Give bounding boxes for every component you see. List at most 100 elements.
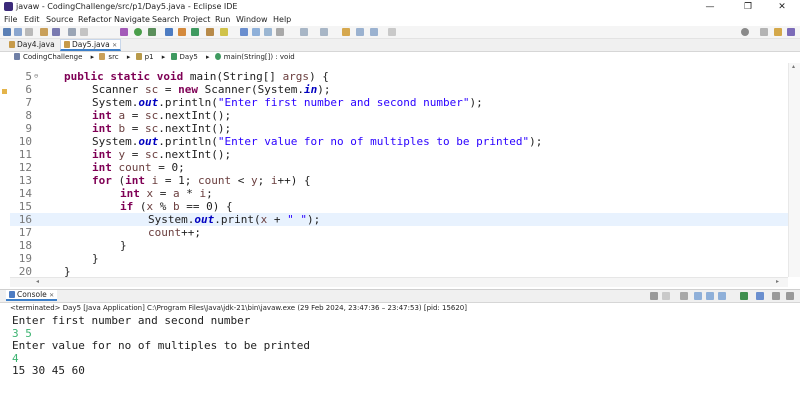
code-line[interactable]: 5 ⊖ public static void main(String[] args)… [10,70,788,83]
breadcrumb: CodingChallenge ▸ src ▸ p1 ▸ Day5 ▸ main… [0,52,800,63]
code-line[interactable]: 20} [10,265,788,277]
word-wrap-icon[interactable] [252,28,260,36]
code-text: int count = 0; [92,161,185,174]
line-number: 20 [18,265,32,277]
scroll-left-icon[interactable]: ◂ [36,278,39,285]
code-text: System.out.println("Enter value for no o… [92,135,543,148]
breadcrumb-package[interactable]: p1 [135,53,157,61]
menu-file[interactable]: File [4,15,17,24]
code-line[interactable]: 12 int count = 0; [10,161,788,174]
pin-console-icon[interactable] [740,292,748,300]
breadcrumb-src[interactable]: src [99,53,121,61]
code-line[interactable]: 11 int y = sc.nextInt(); [10,148,788,161]
console-tab-bar: Console ✕ [0,289,800,303]
scroll-lock-icon[interactable] [694,292,702,300]
tab-day4-java[interactable]: Day4.java [6,39,58,51]
block-selection-icon[interactable] [264,28,272,36]
search-tool-icon[interactable] [220,28,228,36]
debug-perspective-icon[interactable] [787,28,795,36]
breadcrumb-project[interactable]: CodingChallenge [14,53,85,61]
skip-breakpoints-icon[interactable] [80,28,88,36]
code-line[interactable]: 9 int b = sc.nextInt(); [10,122,788,135]
code-text: count++; [148,226,201,239]
next-annotation-icon[interactable] [300,28,308,36]
terminate-icon[interactable] [650,292,658,300]
show-console-icon[interactable] [718,292,726,300]
breadcrumb-method[interactable]: main(String[]) : void [214,53,298,61]
run-icon[interactable] [134,28,142,36]
save-icon[interactable] [14,28,22,36]
menu-window[interactable]: Window [236,15,268,24]
coverage-icon[interactable] [148,28,156,36]
forward-icon[interactable] [370,28,378,36]
menu-run[interactable]: Run [215,15,230,24]
word-wrap-console-icon[interactable] [706,292,714,300]
menu-navigate[interactable]: Navigate [114,15,150,24]
code-line[interactable]: 19} [10,252,788,265]
new-icon[interactable] [3,28,11,36]
code-text: public static void main(String[] args) { [64,70,329,83]
restore-button[interactable]: ❐ [730,0,766,14]
code-line[interactable]: 6 Scanner sc = new Scanner(System.in); [10,83,788,96]
show-whitespace-icon[interactable] [276,28,284,36]
close-tab-icon[interactable]: ✕ [112,42,117,49]
breadcrumb-class[interactable]: Day5 [170,53,201,61]
menu-edit[interactable]: Edit [24,15,40,24]
new-java-project-icon[interactable] [165,28,173,36]
save-all-icon[interactable] [25,28,33,36]
toggle-breadcrumb-icon[interactable] [68,28,76,36]
code-line[interactable]: 13 for (int i = 1; count < y; i++) { [10,174,788,187]
code-line[interactable]: 7 System.out.println("Enter first number … [10,96,788,109]
line-number: 9 [25,122,32,135]
warning-marker-icon[interactable] [2,89,7,94]
menu-search[interactable]: Search [152,15,179,24]
new-class-icon[interactable] [191,28,199,36]
terminal-icon[interactable] [52,28,60,36]
mark-occurrences-icon[interactable] [240,28,248,36]
menu-help[interactable]: Help [273,15,291,24]
console-output[interactable]: Enter first number and second number 3 5E… [10,314,790,396]
tab-console[interactable]: Console ✕ [6,290,58,301]
open-perspective-icon[interactable] [760,28,768,36]
menu-project[interactable]: Project [183,15,210,24]
editor-horizontal-scrollbar[interactable]: ◂ ▸ [10,277,788,287]
debug-icon[interactable] [120,28,128,36]
open-task-icon[interactable] [206,28,214,36]
scroll-up-icon[interactable]: ▴ [792,63,797,70]
remove-launch-icon[interactable] [662,292,670,300]
code-line[interactable]: 18} [10,239,788,252]
menu-refactor[interactable]: Refactor [78,15,112,24]
code-text: Scanner sc = new Scanner(System.in); [92,83,331,96]
tab-day5-java[interactable]: Day5.java ✕ [60,39,122,51]
code-line[interactable]: 15 if (x % b == 0) { [10,200,788,213]
code-line[interactable]: 10 System.out.println("Enter value for no… [10,135,788,148]
code-line[interactable]: 16 System.out.print(x + " "); [10,213,788,226]
menu-source[interactable]: Source [46,15,73,24]
new-package-icon[interactable] [178,28,186,36]
open-console-icon[interactable] [756,292,764,300]
code-line[interactable]: 8 int a = sc.nextInt(); [10,109,788,122]
clear-console-icon[interactable] [680,292,688,300]
close-window-button[interactable]: ✕ [764,0,800,14]
minimize-view-icon[interactable] [772,292,780,300]
code-line[interactable]: 14 int x = a * i; [10,187,788,200]
tab-label: Day5.java [72,40,110,49]
pin-editor-icon[interactable] [388,28,396,36]
fold-icon[interactable]: ⊖ [34,70,38,83]
editor-vertical-scrollbar[interactable]: ▴ [788,63,800,277]
minimize-button[interactable]: — [692,0,728,14]
close-tab-icon[interactable]: ✕ [49,292,54,299]
open-type-icon[interactable] [40,28,48,36]
chevron-right-icon: ▸ [161,53,166,61]
java-file-icon [9,41,15,48]
maximize-view-icon[interactable] [786,292,794,300]
previous-annotation-icon[interactable] [320,28,328,36]
search-icon[interactable] [741,28,749,36]
last-edit-icon[interactable] [342,28,350,36]
code-editor[interactable]: 5 ⊖ public static void main(String[] args)… [10,63,788,277]
scroll-right-icon[interactable]: ▸ [776,278,779,285]
line-number: 10 [18,135,32,148]
back-icon[interactable] [356,28,364,36]
java-perspective-icon[interactable] [774,28,782,36]
code-line[interactable]: 17 count++; [10,226,788,239]
